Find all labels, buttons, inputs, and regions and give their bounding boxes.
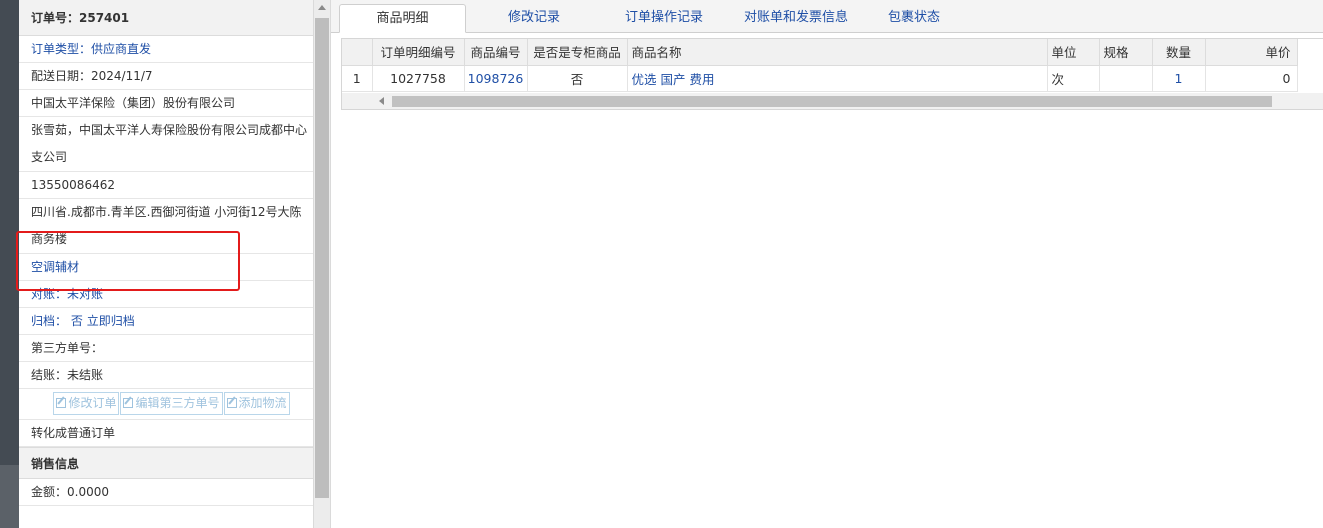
grid-horizontal-scrollbar[interactable]: [342, 93, 1323, 109]
tab-order-operation-log[interactable]: 订单操作记录: [601, 4, 727, 33]
tab-bar: 商品明细 修改记录 订单操作记录 对账单和发票信息 包裹状态: [331, 0, 1323, 33]
delivery-address: 四川省.成都市.青羊区.西御河街道 小河街12号大陈商务楼: [19, 199, 313, 254]
cell-spec: [1099, 65, 1153, 92]
third-party-number: 第三方单号：: [19, 335, 313, 362]
contact-info: 张雪茹，中国太平洋人寿保险股份有限公司成都中心支公司: [19, 117, 313, 172]
phone-number: 13550086462: [19, 172, 313, 199]
col-header-product-id[interactable]: 商品编号: [464, 39, 528, 66]
delivery-date: 配送日期：2024/11/7: [19, 63, 313, 90]
col-header-unit[interactable]: 单位: [1047, 39, 1100, 66]
sales-info-header: 销售信息: [19, 447, 313, 479]
app-window: 订单号：257401 订单类型：供应商直发 配送日期：2024/11/7 中国太…: [0, 0, 1323, 528]
edit-icon: [123, 398, 134, 408]
cell-product-id[interactable]: 1098726: [464, 65, 528, 92]
col-header-index: [342, 39, 373, 66]
add-logistics-button[interactable]: 添加物流: [223, 392, 290, 415]
edit-third-party-label: 编辑第三方单号: [135, 396, 220, 410]
archive-row: 归档： 否 立即归档: [19, 308, 313, 335]
arrow-left-icon[interactable]: [379, 97, 384, 105]
order-info-panel: 订单号：257401 订单类型：供应商直发 配送日期：2024/11/7 中国太…: [19, 0, 313, 528]
archive-value: 否: [70, 314, 83, 328]
col-header-quantity[interactable]: 数量: [1152, 39, 1206, 66]
company-name: 中国太平洋保险（集团）股份有限公司: [19, 90, 313, 117]
cell-detail-id: 1027758: [372, 65, 465, 92]
product-grid: 订单明细编号 商品编号 是否是专柜商品 商品名称 单位 规格 数量 单价 1 1…: [341, 38, 1323, 110]
action-buttons: 修改订单 编辑第三方单号 添加物流: [19, 389, 313, 420]
col-header-detail-id[interactable]: 订单明细编号: [372, 39, 465, 66]
product-table: 订单明细编号 商品编号 是否是专柜商品 商品名称 单位 规格 数量 单价 1 1…: [342, 39, 1298, 92]
table-row[interactable]: 1 1027758 1098726 否 优选 国产 费用 次 1 0: [342, 65, 1298, 92]
tab-change-log[interactable]: 修改记录: [481, 4, 587, 33]
order-type: 订单类型：供应商直发: [19, 36, 313, 63]
edit-order-label: 修改订单: [68, 396, 117, 410]
left-nav-strip-lower: [0, 465, 19, 528]
product-category: 空调辅材: [19, 254, 313, 281]
tab-statement-invoice[interactable]: 对账单和发票信息: [731, 4, 861, 33]
add-logistics-label: 添加物流: [238, 396, 287, 410]
tab-product-details[interactable]: 商品明细: [339, 4, 466, 33]
cell-product-name[interactable]: 优选 国产 费用: [627, 65, 1048, 92]
cell-unit-price: 0: [1205, 65, 1298, 92]
convert-to-normal-order-link[interactable]: 转化成普通订单: [19, 420, 313, 447]
edit-icon: [56, 398, 67, 408]
edit-order-button[interactable]: 修改订单: [53, 392, 120, 415]
scrollbar-thumb[interactable]: [392, 96, 1272, 107]
tab-package-status[interactable]: 包裹状态: [859, 4, 969, 33]
cell-counter: 否: [527, 65, 628, 92]
row-index: 1: [342, 65, 373, 92]
cell-unit: 次: [1047, 65, 1100, 92]
sales-amount: 金额：0.0000: [19, 479, 313, 506]
edit-third-party-button[interactable]: 编辑第三方单号: [120, 392, 223, 415]
scrollbar-thumb[interactable]: [315, 18, 329, 498]
archive-now-link[interactable]: 立即归档: [87, 314, 135, 328]
main-content: 商品明细 修改记录 订单操作记录 对账单和发票信息 包裹状态 订单明细编号 商品…: [330, 0, 1323, 528]
edit-icon: [226, 398, 237, 408]
arrow-up-icon[interactable]: [318, 5, 326, 10]
left-panel-scrollbar[interactable]: [313, 0, 330, 528]
table-header-row: 订单明细编号 商品编号 是否是专柜商品 商品名称 单位 规格 数量 单价: [342, 39, 1298, 66]
left-nav-strip: [0, 0, 19, 528]
col-header-unit-price[interactable]: 单价: [1205, 39, 1298, 66]
cell-quantity: 1: [1152, 65, 1206, 92]
col-header-product-name[interactable]: 商品名称: [627, 39, 1048, 66]
archive-label: 归档：: [31, 314, 68, 328]
settle-status: 结账：未结账: [19, 362, 313, 389]
col-header-counter[interactable]: 是否是专柜商品: [527, 39, 628, 66]
reconcile-status: 对账：未对账: [19, 281, 313, 308]
col-header-spec[interactable]: 规格: [1099, 39, 1153, 66]
order-number-header: 订单号：257401: [19, 0, 313, 36]
